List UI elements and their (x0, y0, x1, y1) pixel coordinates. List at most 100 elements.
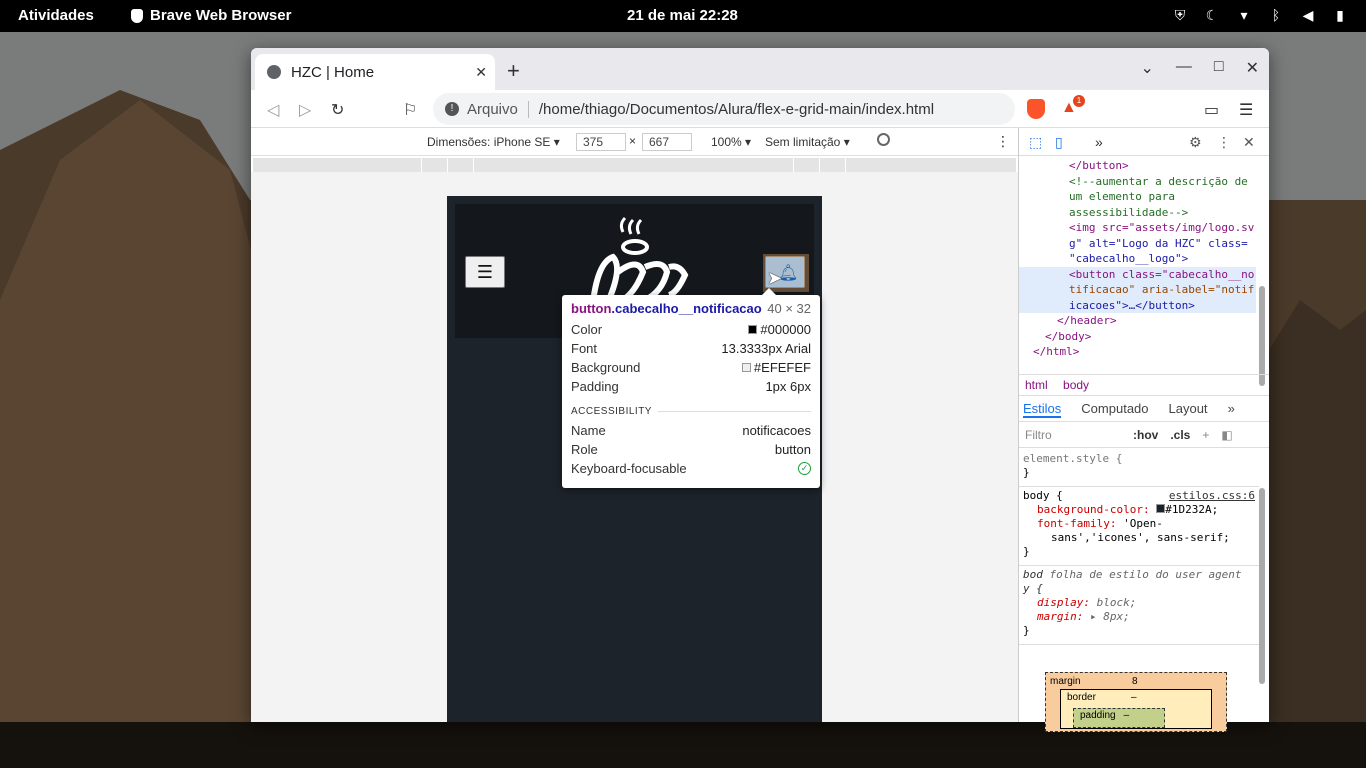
maximize-icon[interactable]: □ (1214, 58, 1224, 78)
elements-tree[interactable]: </button> <!--aumentar a descrição de um… (1019, 158, 1269, 378)
more-panels-icon[interactable]: » (1095, 134, 1103, 150)
close-window-icon[interactable]: ✕ (1246, 58, 1259, 78)
close-tab-icon[interactable]: ✕ (475, 64, 487, 81)
brave-rewards-icon[interactable]: ▲ 1 (1061, 95, 1085, 117)
hov-toggle[interactable]: :hov (1133, 428, 1158, 443)
system-top-bar: Atividades Brave Web Browser 21 de mai 2… (0, 0, 1366, 32)
filter-input[interactable]: Filtro (1025, 428, 1121, 443)
tooltip-row-background: Background #EFEFEF (571, 360, 811, 375)
tab-layout[interactable]: Layout (1169, 401, 1208, 418)
check-icon: ✓ (798, 462, 811, 475)
box-model-padding: padding – (1073, 708, 1165, 728)
element-style-rule[interactable]: element.style { } (1019, 450, 1259, 487)
inspect-tooltip: button.cabecalho__notificacao 40 × 32 Co… (562, 288, 820, 488)
reload-icon[interactable]: ↻ (331, 100, 344, 120)
media-query-ruler[interactable] (253, 158, 1016, 172)
tooltip-row-name: Name notificacoes (571, 423, 811, 438)
battery-icon: ▮ (1336, 7, 1344, 23)
tab-search-icon[interactable]: ⌄ (1141, 58, 1154, 78)
crumb-body[interactable]: body (1063, 378, 1089, 392)
shield-icon: ⛨ (1174, 7, 1186, 23)
more-options-icon[interactable]: ⋮ (996, 133, 1010, 150)
tree-line[interactable]: </html> (1019, 344, 1256, 360)
tree-line[interactable]: <img src="assets/img/logo.sv (1019, 220, 1256, 236)
tooltip-size: 40 × 32 (767, 301, 811, 316)
tooltip-row-role: Role button (571, 442, 811, 457)
tree-line[interactable]: "cabecalho__logo"> (1019, 251, 1256, 267)
styles-scrollbar[interactable] (1259, 488, 1265, 684)
url-text[interactable]: /home/thiago/Documentos/Alura/flex-e-gri… (539, 101, 934, 118)
width-input[interactable]: 375 (576, 133, 626, 151)
tree-line[interactable]: </button> (1019, 158, 1256, 174)
tree-line[interactable]: <!--aumentar a descrição de (1019, 174, 1256, 190)
cls-toggle[interactable]: .cls (1170, 428, 1190, 443)
box-model-border: border – padding – (1060, 689, 1212, 729)
menu-icon[interactable]: ☰ (1239, 100, 1253, 120)
tree-line[interactable]: assessibilidade--> (1019, 205, 1256, 221)
bookmark-icon[interactable]: ⚐ (403, 100, 417, 120)
device-select[interactable]: Dimensões: iPhone SE ▾ (427, 135, 560, 149)
tree-line[interactable]: um elemento para (1019, 189, 1256, 205)
mouse-cursor-icon: ➤ (767, 268, 783, 288)
tab-title: HZC | Home (291, 63, 375, 81)
url-scheme-label: Arquivo (467, 100, 529, 118)
activities-button[interactable]: Atividades (18, 7, 94, 24)
tooltip-row-focusable: Keyboard-focusable ✓ (571, 459, 811, 478)
tree-line[interactable]: </body> (1019, 329, 1256, 345)
tab-hzc-home[interactable]: HZC | Home ✕ (255, 54, 495, 90)
rewards-badge: 1 (1073, 95, 1085, 107)
hamburger-menu-button[interactable]: ☰ (465, 256, 505, 288)
forward-icon[interactable]: ▷ (299, 100, 311, 120)
address-bar[interactable]: ! Arquivo /home/thiago/Documentos/Alura/… (433, 93, 1015, 125)
source-link[interactable]: estilos.css:6 (1169, 489, 1255, 503)
tree-line-selected[interactable]: <button class="cabecalho__no (1019, 266, 1256, 282)
bluetooth-icon: ᛒ (1271, 7, 1281, 23)
rotate-icon[interactable] (877, 133, 890, 146)
body-rule[interactable]: body {estilos.css:6 background-color: #1… (1019, 487, 1259, 566)
brave-shields-icon[interactable] (1027, 99, 1045, 119)
site-info-icon[interactable]: ! (445, 102, 459, 116)
add-rule-icon[interactable]: + (1202, 428, 1209, 443)
tab-estilos[interactable]: Estilos (1023, 401, 1062, 418)
devtools-toolbar: ⬚ ▯ » ⚙ ⋮ ✕ (1019, 128, 1269, 156)
tree-line-selected[interactable]: tificacao" aria-label="notif (1019, 282, 1256, 298)
times-sign: × (629, 134, 637, 148)
device-toolbar: Dimensões: iPhone SE ▾ 375 × 667 100% ▾ … (251, 128, 1018, 156)
color-swatch-icon (748, 325, 758, 334)
toggle-sidebar-icon[interactable]: ◧ (1221, 428, 1232, 443)
back-icon[interactable]: ◁ (267, 100, 279, 120)
devtools-panel: ⬚ ▯ » ⚙ ⋮ ✕ </button> <!--aumentar a des… (1018, 128, 1269, 722)
device-toggle-icon[interactable]: ▯ (1055, 134, 1063, 151)
throttling-select[interactable]: Sem limitação ▾ (765, 135, 850, 149)
settings-gear-icon[interactable]: ⚙ (1189, 134, 1202, 151)
tab-computado[interactable]: Computado (1081, 401, 1148, 418)
devtools-menu-icon[interactable]: ⋮ (1217, 134, 1231, 151)
minimize-icon[interactable]: — (1176, 58, 1192, 78)
menu-icon: ☰ (476, 261, 494, 282)
background-swatch-icon (741, 363, 751, 372)
elements-scrollbar[interactable] (1259, 286, 1265, 386)
styles-pane: element.style { } body {estilos.css:6 ba… (1019, 450, 1259, 690)
brave-icon (131, 8, 143, 23)
close-devtools-icon[interactable]: ✕ (1243, 134, 1255, 151)
clock[interactable]: 21 de mai 22:28 (627, 7, 738, 24)
tree-line-selected[interactable]: icacoes">…</button> (1019, 297, 1256, 313)
tooltip-row-padding: Padding 1px 6px (571, 379, 811, 394)
crumb-html[interactable]: html (1025, 378, 1048, 392)
more-tabs-icon[interactable]: » (1228, 401, 1235, 418)
zoom-select[interactable]: 100% ▾ (711, 135, 751, 149)
moon-icon: ☾ (1205, 7, 1219, 23)
styles-filter-bar: Filtro :hov .cls + ◧ (1019, 424, 1269, 448)
height-input[interactable]: 667 (642, 133, 692, 151)
inspect-element-icon[interactable]: ⬚ (1029, 134, 1042, 151)
new-tab-button[interactable]: + (507, 58, 520, 84)
tooltip-row-font: Font 13.3333px Arial (571, 341, 811, 356)
tree-line[interactable]: g" alt="Logo da HZC" class= (1019, 236, 1256, 252)
app-menu[interactable]: Brave Web Browser (131, 7, 291, 24)
tab-strip: HZC | Home ✕ + ⌄ — □ ✕ (251, 48, 1269, 90)
wallet-icon[interactable]: ▭ (1204, 100, 1219, 120)
system-tray[interactable]: ⛨ ☾ ▾ ᛒ ◀ ▮ (1172, 7, 1348, 24)
user-agent-rule[interactable]: bod folha de estilo do user agent y { di… (1019, 566, 1259, 645)
tree-line[interactable]: </header> (1019, 313, 1256, 329)
window-controls: ⌄ — □ ✕ (1141, 58, 1259, 78)
